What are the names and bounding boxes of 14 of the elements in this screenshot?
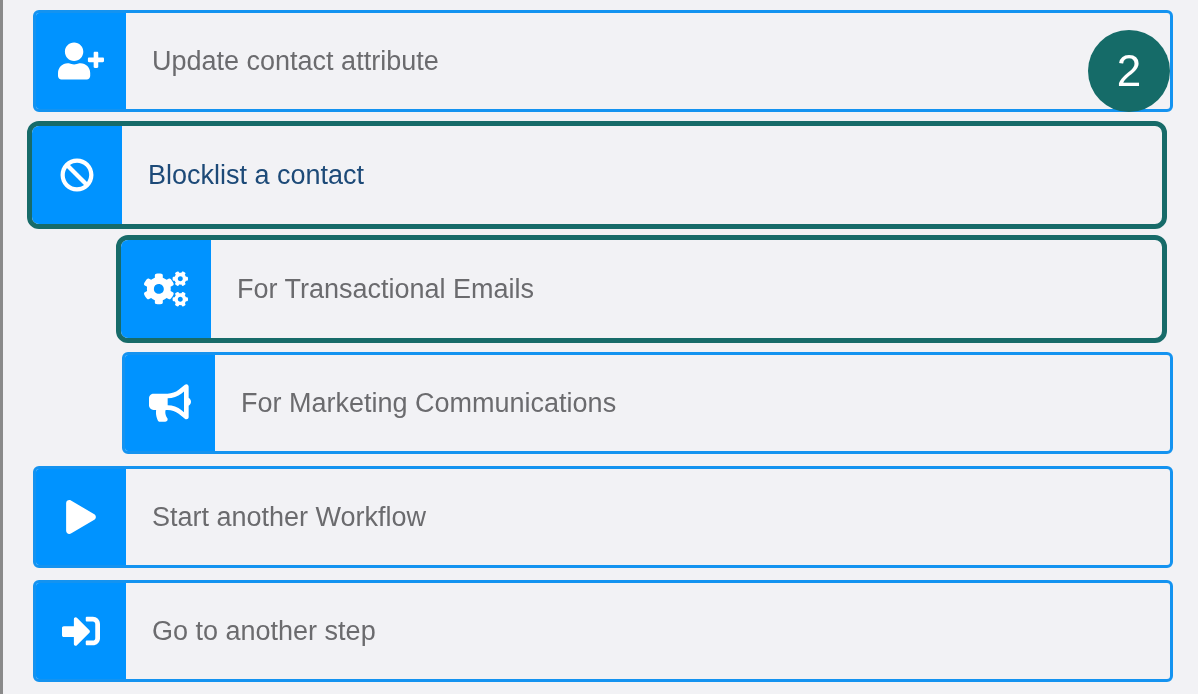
action-label: For Transactional Emails bbox=[237, 272, 535, 306]
action-label: Start another Workflow bbox=[152, 500, 427, 534]
action-label: Go to another step bbox=[152, 614, 376, 648]
play-icon bbox=[64, 500, 98, 534]
ban-icon bbox=[60, 158, 94, 192]
action-label: Blocklist a contact bbox=[148, 158, 365, 192]
action-label: For Marketing Communications bbox=[241, 386, 617, 420]
action-item[interactable]: Start another Workflow bbox=[33, 466, 1173, 568]
action-item[interactable]: Go to another step bbox=[33, 580, 1173, 682]
action-item[interactable]: Blocklist a contact bbox=[27, 121, 1167, 229]
megaphone-icon bbox=[149, 382, 191, 424]
action-item[interactable]: For Marketing Communications bbox=[122, 352, 1173, 454]
action-item[interactable]: For Transactional Emails bbox=[116, 235, 1167, 343]
action-label: Update contact attribute bbox=[152, 44, 439, 78]
